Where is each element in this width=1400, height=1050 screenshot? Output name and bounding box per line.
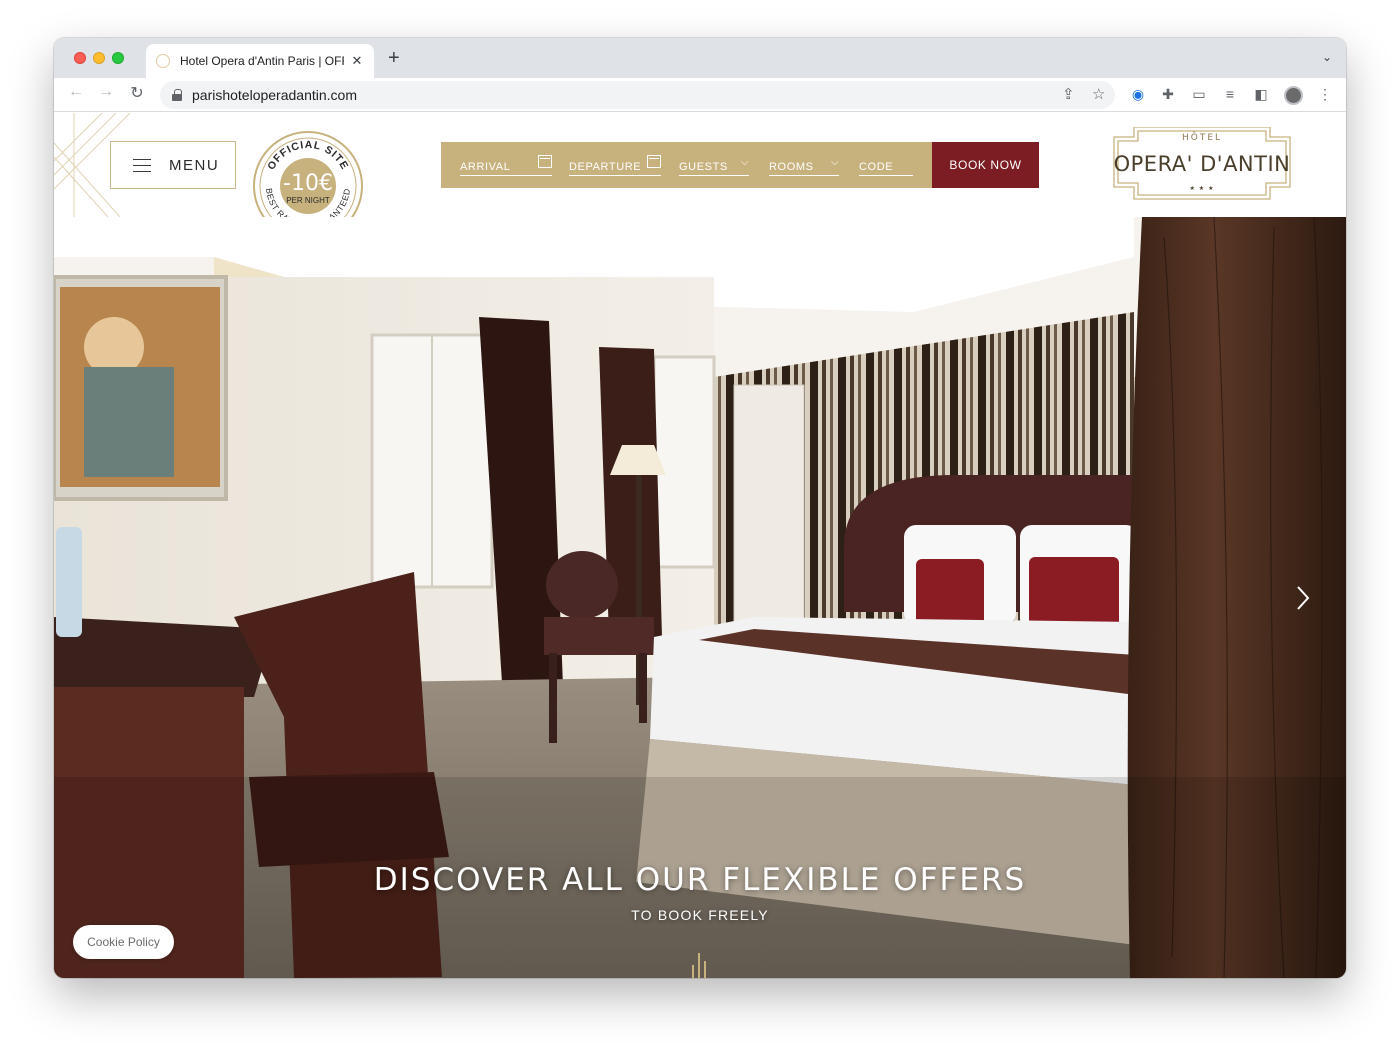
hero-slider: DISCOVER ALL OUR FLEXIBLE OFFERS TO BOOK… — [54, 217, 1346, 978]
booking-bar: ARRIVAL DEPARTURE GUESTS ⌵ ROOMS ⌵ CODE — [441, 142, 1039, 188]
side-panel-icon[interactable]: ◧ — [1252, 86, 1270, 103]
rooms-select[interactable]: ROOMS ⌵ — [769, 152, 839, 176]
close-window-button[interactable] — [74, 52, 86, 64]
guests-label: GUESTS — [679, 160, 728, 173]
logo-hotel-text: HÔTEL — [1182, 131, 1222, 143]
lock-icon[interactable] — [172, 89, 182, 101]
rooms-label: ROOMS — [769, 160, 814, 173]
departure-field[interactable]: DEPARTURE — [569, 152, 661, 176]
minimize-window-button[interactable] — [93, 52, 105, 64]
tab-title: Hotel Opera d'Antin Paris | OFF — [180, 54, 344, 68]
calendar-icon — [538, 155, 552, 168]
logo-stars: ★ ★ ★ — [1190, 185, 1215, 192]
forward-arrow-icon[interactable]: → — [94, 83, 118, 101]
profile-avatar[interactable] — [1284, 86, 1303, 105]
address-bar[interactable]: parishoteloperadantin.com ⇪ ☆ — [160, 81, 1115, 109]
book-now-button[interactable]: BOOK NOW — [932, 142, 1039, 188]
hotel-logo[interactable]: HÔTEL OPERA' D'ANTIN ★ ★ ★ — [1112, 127, 1292, 203]
extension-icon[interactable]: ◉ — [1129, 86, 1147, 103]
bookmark-star-icon[interactable]: ☆ — [1092, 85, 1105, 103]
badge-discount: -10€ — [283, 171, 333, 196]
browser-toolbar: ← → ↻ parishoteloperadantin.com ⇪ ☆ ◉ ✚ … — [54, 78, 1346, 112]
media-queue-icon[interactable]: ≡ — [1221, 86, 1239, 102]
logo-name-text: OPERA' D'ANTIN — [1114, 152, 1291, 176]
tab-strip: Hotel Opera d'Antin Paris | OFF ✕ + ⌄ — [54, 38, 1346, 78]
more-menu-icon[interactable]: ⋮ — [1316, 86, 1334, 103]
promo-code-input[interactable]: CODE — [859, 152, 913, 176]
reload-icon[interactable]: ↻ — [125, 83, 149, 103]
code-label: CODE — [859, 160, 894, 173]
share-icon[interactable]: ⇪ — [1062, 85, 1075, 103]
scroll-down-icon[interactable] — [690, 953, 708, 978]
web-page: MENU OFFICIAL SITE BEST RATES GUARANTEED… — [54, 113, 1346, 978]
hero-subtitle: TO BOOK FREELY — [631, 907, 769, 923]
tab-close-icon[interactable]: ✕ — [350, 53, 364, 69]
next-slide-arrow-icon[interactable] — [1292, 583, 1314, 613]
tab-search-icon[interactable]: ⌄ — [1322, 50, 1332, 64]
maximize-window-button[interactable] — [112, 52, 124, 64]
hero-title: DISCOVER ALL OUR FLEXIBLE OFFERS — [373, 862, 1027, 898]
cookie-policy-button[interactable]: Cookie Policy — [73, 925, 174, 959]
hamburger-icon — [133, 158, 151, 172]
arrival-field[interactable]: ARRIVAL — [460, 152, 552, 176]
chevron-down-icon: ⌵ — [740, 157, 749, 168]
guests-select[interactable]: GUESTS ⌵ — [679, 152, 749, 176]
browser-tab[interactable]: Hotel Opera d'Antin Paris | OFF ✕ — [146, 44, 374, 78]
puzzle-icon[interactable]: ✚ — [1159, 86, 1177, 103]
chevron-down-icon: ⌵ — [830, 157, 839, 168]
new-tab-button[interactable]: + — [388, 47, 400, 70]
calendar-icon — [647, 155, 661, 168]
departure-label: DEPARTURE — [569, 160, 642, 173]
browser-window: Hotel Opera d'Antin Paris | OFF ✕ + ⌄ ← … — [54, 38, 1346, 978]
arrival-label: ARRIVAL — [460, 160, 511, 173]
menu-button[interactable]: MENU — [110, 141, 236, 189]
url-text: parishoteloperadantin.com — [192, 87, 357, 103]
cast-icon[interactable]: ▭ — [1190, 86, 1208, 103]
favicon-icon — [156, 54, 170, 68]
back-arrow-icon[interactable]: ← — [64, 83, 88, 101]
badge-per-night: PER NIGHT — [286, 196, 330, 205]
menu-label: MENU — [169, 156, 220, 174]
site-header: MENU OFFICIAL SITE BEST RATES GUARANTEED… — [54, 113, 1346, 241]
